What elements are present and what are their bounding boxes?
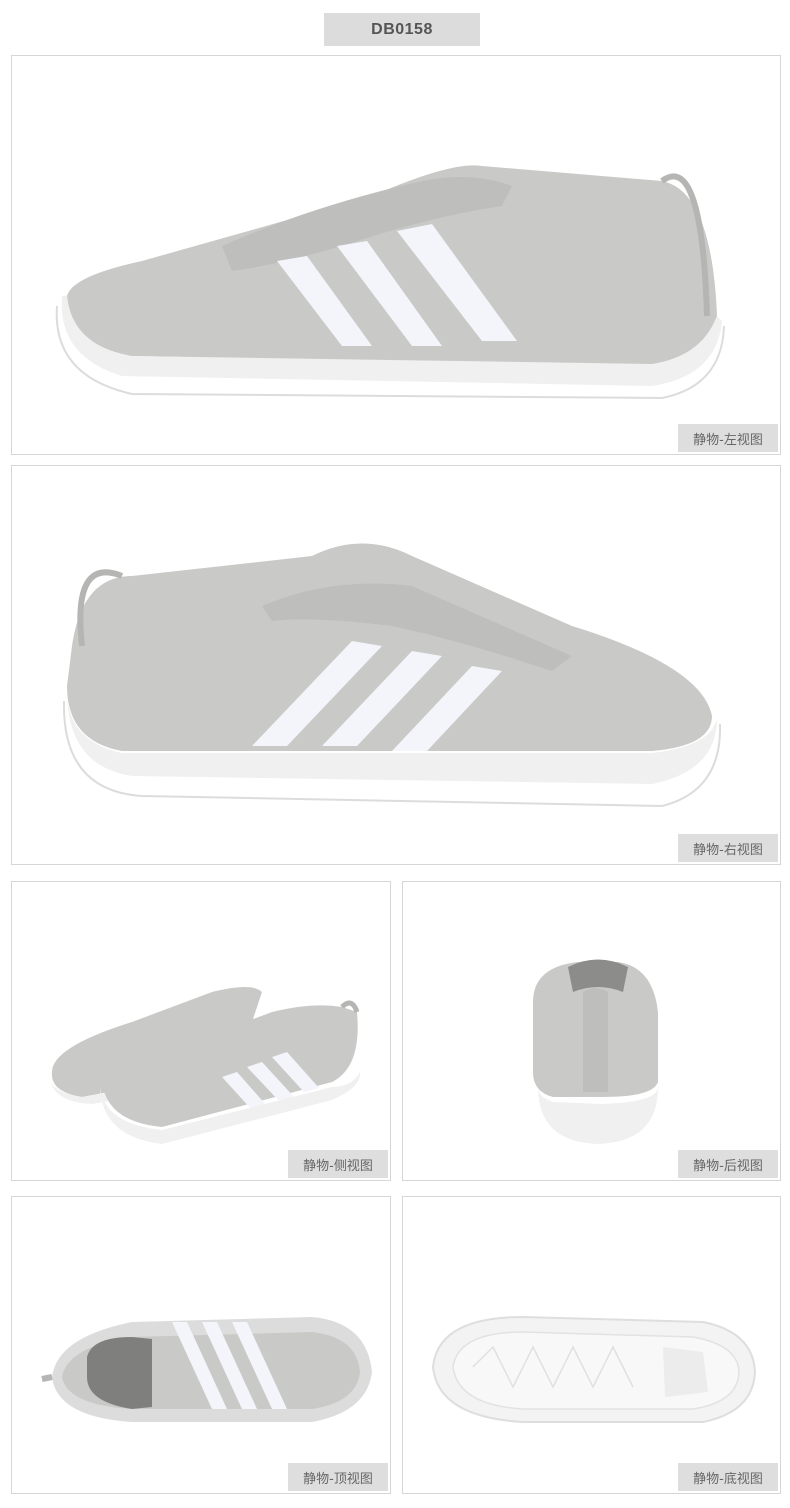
right-view-panel: 静物-右视图 xyxy=(11,465,781,865)
view-label-right: 静物-右视图 xyxy=(678,834,778,862)
view-label-bottom: 静物-底视图 xyxy=(678,1463,778,1491)
bottom-view-panel: 静物-底视图 xyxy=(402,1196,781,1494)
top-view-panel: 静物-顶视图 xyxy=(11,1196,391,1494)
product-code-badge: DB0158 xyxy=(324,13,480,46)
shoe-right-view-image xyxy=(62,543,722,808)
shoe-top-view-image xyxy=(41,1317,372,1422)
shoe-side-view-image xyxy=(50,987,361,1144)
view-label-side: 静物-侧视图 xyxy=(288,1150,388,1178)
back-view-panel: 静物-后视图 xyxy=(402,881,781,1181)
side-view-panel: 静物-侧视图 xyxy=(11,881,391,1181)
shoe-bottom-view-image xyxy=(431,1315,757,1423)
shoe-left-view-image xyxy=(55,165,725,400)
view-label-left: 静物-左视图 xyxy=(678,424,778,452)
shoe-back-view-image xyxy=(533,959,658,1144)
left-view-panel: 静物-左视图 xyxy=(11,55,781,455)
view-label-top: 静物-顶视图 xyxy=(288,1463,388,1491)
view-label-back: 静物-后视图 xyxy=(678,1150,778,1178)
